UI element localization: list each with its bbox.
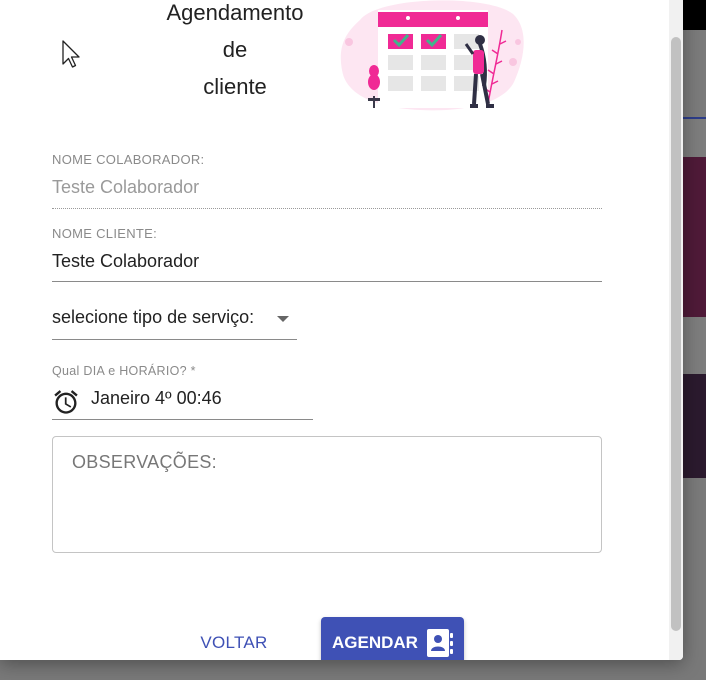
calendar-illustration [340,0,524,111]
date-time-picker[interactable]: Janeiro 4º 00:46 [52,384,313,420]
observations-textarea[interactable] [52,436,602,553]
back-button[interactable]: VOLTAR [190,626,278,660]
dialog-scrollbar[interactable] [669,0,683,660]
scrollbar-thumb[interactable] [671,37,681,631]
collaborator-name-field: Teste Colaborador [52,177,200,197]
background-app-panel [683,30,706,118]
client-name-underline [52,281,602,282]
contact-card-icon [427,629,453,657]
service-type-select[interactable]: selecione tipo de serviço: [52,307,297,340]
scheduling-dialog: Agendamento de cliente NOME COLABORADOR:… [0,0,683,660]
background-app-topbar [683,0,706,30]
client-name-field[interactable]: Teste Colaborador [52,251,199,272]
dropdown-arrow-icon [277,316,289,322]
dialog-title: Agendamento de cliente [150,0,320,105]
schedule-button[interactable]: AGENDAR [321,617,464,660]
background-app-panel [683,317,706,374]
service-type-select-value: selecione tipo de serviço: [52,307,255,327]
dialog-title-line: Agendamento [166,0,304,25]
alarm-clock-icon [54,390,78,414]
background-app-card [683,374,706,478]
background-app-card [683,157,706,317]
collaborator-name-label: NOME COLABORADOR: [52,152,205,167]
background-app-panel [683,119,706,157]
date-time-value: Janeiro 4º 00:46 [91,388,222,408]
dialog-title-line: cliente [203,74,267,99]
schedule-button-label: AGENDAR [332,633,418,652]
collaborator-name-underline [52,208,602,209]
client-name-label: NOME CLIENTE: [52,226,158,241]
dialog-title-line: de [222,37,248,62]
background-app-panel [683,478,706,680]
date-time-label: Qual DIA e HORÁRIO? * [52,364,196,378]
mouse-cursor-icon [62,40,80,68]
modal-backdrop[interactable] [0,660,706,680]
